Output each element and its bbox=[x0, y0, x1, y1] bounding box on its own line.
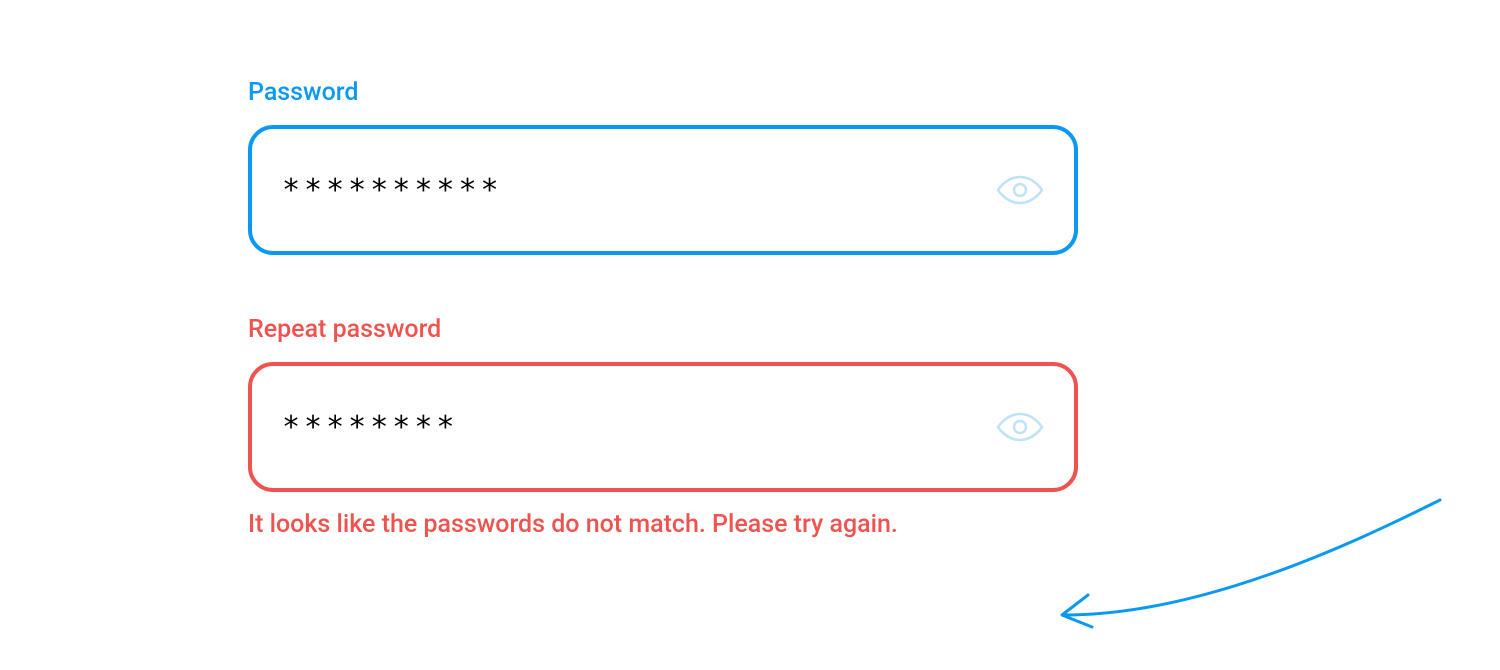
password-input-wrapper[interactable]: ********** bbox=[248, 125, 1078, 255]
eye-icon[interactable] bbox=[996, 403, 1044, 451]
eye-icon[interactable] bbox=[996, 166, 1044, 214]
repeat-password-input-wrapper[interactable]: ******** bbox=[248, 362, 1078, 492]
password-form: Password ********** Repeat password ****… bbox=[248, 78, 1078, 599]
annotation-arrow bbox=[1050, 495, 1450, 655]
password-label: Password bbox=[248, 78, 1078, 107]
repeat-password-label: Repeat password bbox=[248, 315, 1078, 344]
error-message: It looks like the passwords do not match… bbox=[248, 510, 1078, 539]
password-input[interactable]: ********** bbox=[282, 173, 996, 208]
repeat-password-field-group: Repeat password ******** It looks like t… bbox=[248, 315, 1078, 539]
password-field-group: Password ********** bbox=[248, 78, 1078, 255]
repeat-password-input[interactable]: ******** bbox=[282, 410, 996, 445]
